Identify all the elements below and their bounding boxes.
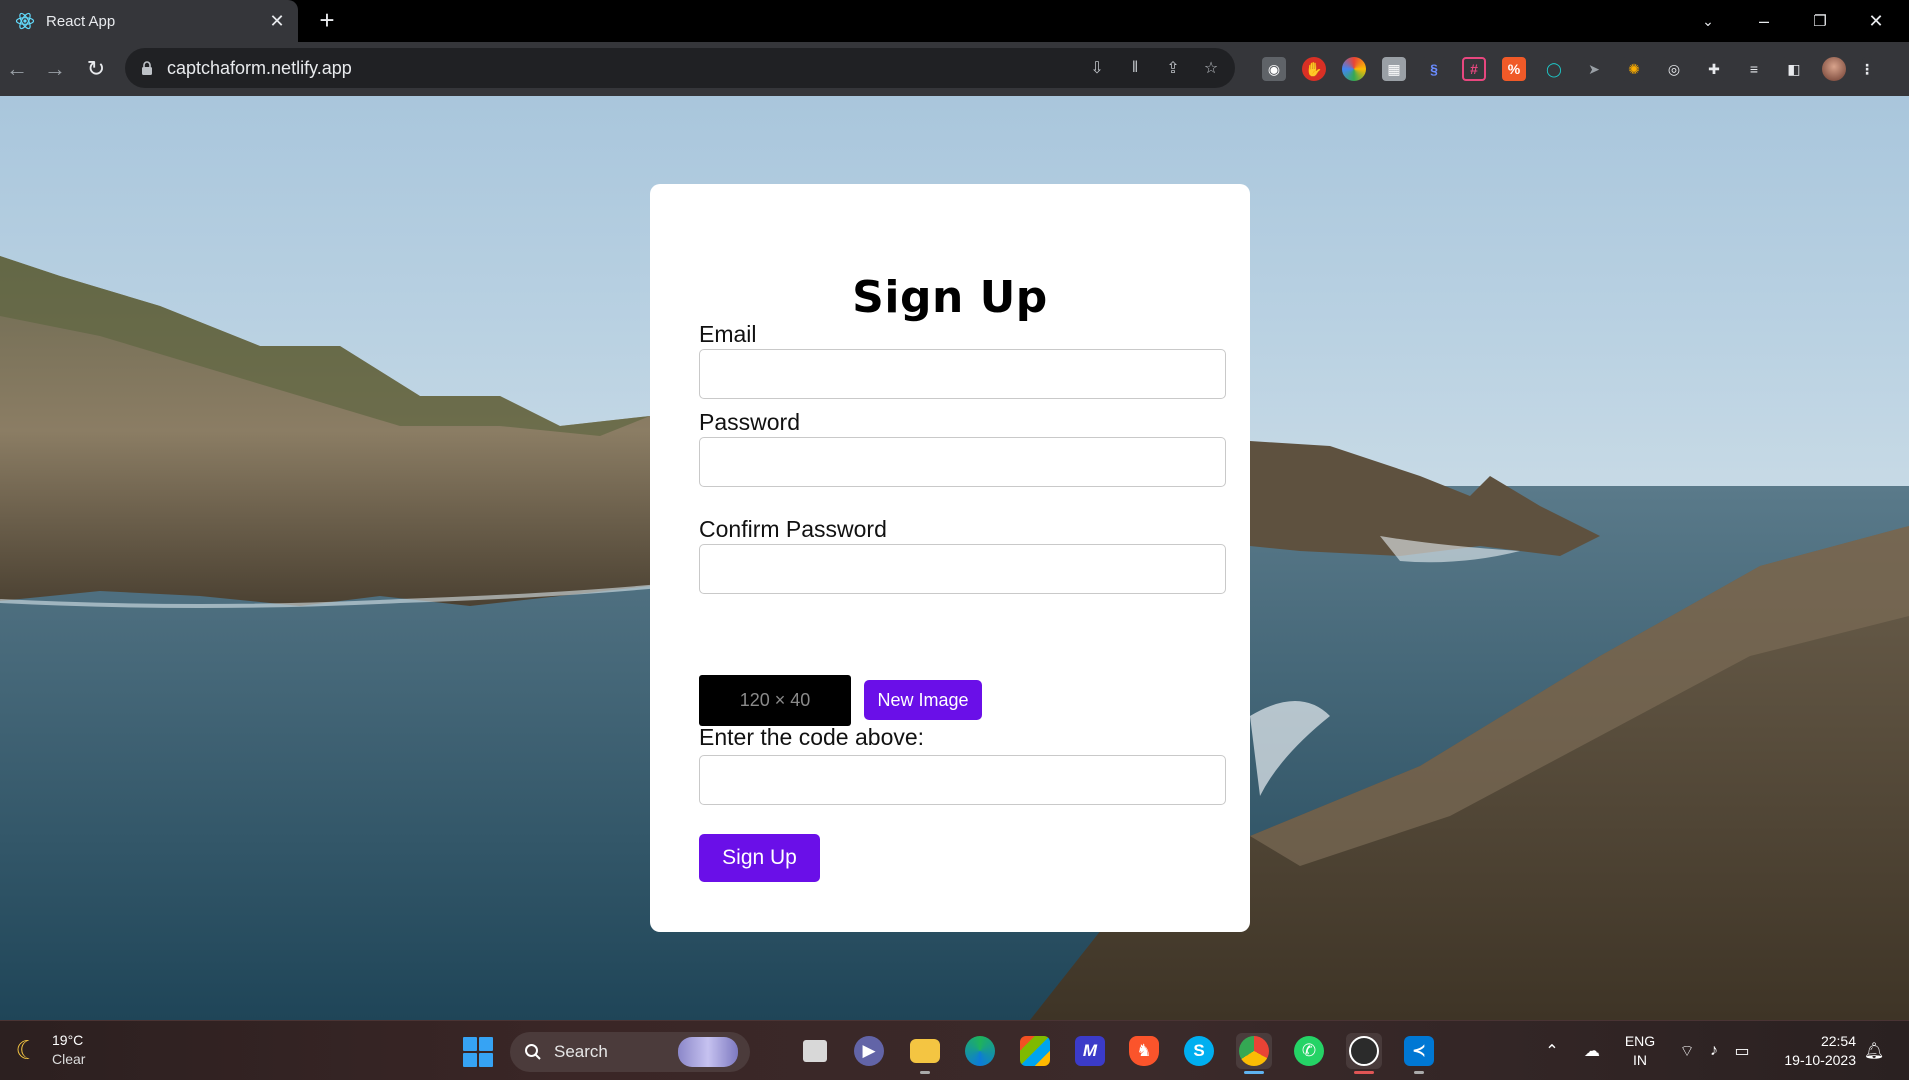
star-icon[interactable]: ☆ — [1197, 54, 1225, 82]
forward-icon[interactable]: → — [40, 54, 70, 84]
clock-date: 19-10-2023 — [1784, 1052, 1856, 1068]
tab-strip: React App ✕ + ⌄ – ❐ ✕ — [0, 0, 1909, 42]
chevron-up-icon[interactable]: ⌃ — [1540, 1039, 1564, 1063]
extensions-bar: ◉ ✋ ▦ § # % ◯ ➤ ✺ ◎ ✚ ≡ ◧ ⋮ — [1262, 54, 1888, 84]
taskbar-search[interactable]: Search — [510, 1032, 750, 1072]
skype-icon[interactable]: S — [1181, 1033, 1217, 1069]
media-icon[interactable]: ≡ — [1742, 57, 1766, 81]
clock-time: 22:54 — [1820, 1033, 1856, 1049]
arrow-extension-icon[interactable]: ➤ — [1582, 57, 1606, 81]
teams-chat-icon[interactable]: ▶ — [851, 1033, 887, 1069]
camera-extension-icon[interactable]: ◉ — [1262, 57, 1286, 81]
confirm-password-field[interactable] — [699, 544, 1226, 594]
share-icon[interactable]: ⇪ — [1159, 54, 1187, 82]
lock-icon — [139, 60, 155, 76]
search-icon — [522, 1041, 544, 1063]
task-view-icon[interactable] — [797, 1033, 833, 1069]
browser-toolbar: ← → ↻ captchaform.netlify.app ⇩ ‖ ⇪ ☆ ◉ … — [0, 42, 1909, 96]
adblock-extension-icon[interactable]: ✋ — [1302, 57, 1326, 81]
chevron-down-icon[interactable]: ⌄ — [1680, 0, 1736, 42]
css-extension-icon[interactable]: § — [1422, 57, 1446, 81]
circle-extension-icon[interactable]: ◯ — [1542, 57, 1566, 81]
confirm-password-label: Confirm Password — [699, 516, 887, 542]
page-background: Sign Up Email Password Confirm Password … — [0, 96, 1909, 1020]
avatar[interactable] — [1822, 57, 1846, 81]
file-explorer-icon[interactable] — [907, 1033, 943, 1074]
plus-icon[interactable]: + — [314, 7, 340, 34]
captcha-image: 120 × 40 — [699, 675, 851, 726]
language-line2: IN — [1633, 1052, 1647, 1068]
new-image-button[interactable]: New Image — [864, 680, 982, 720]
password-field[interactable] — [699, 437, 1226, 487]
language-line1: ENG — [1624, 1033, 1656, 1049]
browser-tab[interactable]: React App ✕ — [0, 0, 298, 42]
page-title: Sign Up — [852, 272, 1048, 323]
back-icon[interactable]: ← — [2, 54, 32, 84]
search-highlight-image — [678, 1037, 738, 1067]
color-picker-extension-icon[interactable] — [1342, 57, 1366, 81]
vscode-icon[interactable]: ≺ — [1401, 1033, 1437, 1074]
language-indicator[interactable]: ENG IN — [1618, 1032, 1662, 1070]
moon-icon: ☾ — [15, 1034, 39, 1065]
menu-dots-icon[interactable]: ⋮ — [1860, 57, 1874, 81]
close-icon[interactable]: ✕ — [266, 10, 288, 32]
minimize-icon[interactable]: – — [1736, 0, 1792, 42]
email-label: Email — [699, 321, 757, 347]
target-extension-icon[interactable]: ◎ — [1662, 57, 1686, 81]
signup-card: Sign Up Email Password Confirm Password … — [650, 184, 1250, 932]
captcha-code-field[interactable] — [699, 755, 1226, 805]
weather-temp: 19°C — [52, 1032, 84, 1048]
edge-icon[interactable] — [962, 1033, 998, 1069]
battery-icon[interactable]: ▭ — [1730, 1039, 1754, 1063]
address-bar[interactable]: captchaform.netlify.app ⇩ ‖ ⇪ ☆ — [125, 48, 1235, 88]
search-label: Search — [554, 1042, 608, 1061]
email-field[interactable] — [699, 349, 1226, 399]
reload-icon[interactable]: ↻ — [81, 54, 111, 84]
grid-extension-icon[interactable]: # — [1462, 57, 1486, 81]
side-panel-icon[interactable]: ◧ — [1782, 57, 1806, 81]
design-app-icon[interactable]: M — [1072, 1033, 1108, 1069]
restore-icon[interactable]: ❐ — [1792, 0, 1848, 42]
whatsapp-icon[interactable]: ✆ — [1291, 1033, 1327, 1069]
page-extension-icon[interactable]: ▦ — [1382, 57, 1406, 81]
wifi-icon[interactable]: ⌔ — [1675, 1039, 1699, 1063]
react-icon — [14, 10, 36, 32]
volume-icon[interactable]: ♪ — [1702, 1039, 1726, 1063]
bell-icon[interactable]: 🔔︎ — [1862, 1039, 1886, 1063]
font-extension-icon[interactable]: % — [1502, 57, 1526, 81]
puzzle-icon[interactable]: ✚ — [1702, 57, 1726, 81]
weather-widget[interactable]: ☾ 19°C Clear — [12, 1031, 85, 1069]
windows-start-icon[interactable] — [463, 1037, 493, 1067]
tab-title: React App — [46, 12, 116, 30]
weather-condition: Clear — [52, 1051, 86, 1067]
clock[interactable]: 22:54 19-10-2023 — [1770, 1032, 1856, 1070]
cloud-icon[interactable]: ☁ — [1580, 1039, 1604, 1063]
taskbar: ☾ 19°C Clear Search ▶ M ♞ S ✆ ≺ ⌃ ☁ ENG … — [0, 1020, 1909, 1080]
chrome-icon[interactable] — [1236, 1033, 1272, 1074]
sign-up-button[interactable]: Sign Up — [699, 834, 820, 882]
captcha-code-label: Enter the code above: — [699, 724, 925, 750]
reader-icon[interactable]: ‖ — [1121, 54, 1149, 82]
microsoft-store-icon[interactable] — [1017, 1033, 1053, 1069]
password-label: Password — [699, 409, 800, 435]
bug-extension-icon[interactable]: ✺ — [1622, 57, 1646, 81]
recorder-icon[interactable] — [1346, 1033, 1382, 1074]
install-icon[interactable]: ⇩ — [1083, 54, 1111, 82]
window-close-icon[interactable]: ✕ — [1848, 0, 1904, 42]
brave-icon[interactable]: ♞ — [1126, 1033, 1162, 1069]
url-text: captchaform.netlify.app — [167, 57, 352, 78]
